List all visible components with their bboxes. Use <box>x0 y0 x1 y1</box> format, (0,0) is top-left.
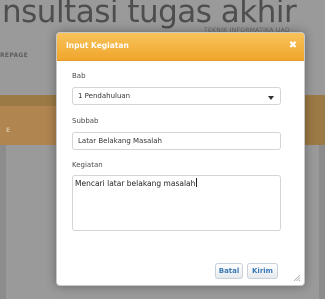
kegiatan-text: Mencari latar belakang masalah <box>75 179 196 188</box>
close-icon[interactable]: ✖ <box>286 38 300 54</box>
cancel-button[interactable]: Batal <box>215 263 243 279</box>
dialog-header[interactable]: Input Kegiatan ✖ <box>57 33 304 61</box>
subbab-input[interactable]: Latar Belakang Masalah <box>72 132 281 150</box>
bab-select-value: 1 Pendahuluan <box>78 92 131 100</box>
subbab-label: Subbab <box>72 117 99 125</box>
subbab-input-value: Latar Belakang Masalah <box>78 137 162 145</box>
chevron-down-icon <box>268 96 274 100</box>
site-title: nsultasi tugas akhir <box>2 0 297 30</box>
nav-tab-active <box>0 106 58 145</box>
kegiatan-textarea-value: Mencari latar belakang masalah <box>75 178 198 188</box>
nav-home-link: REPAGE <box>0 52 29 59</box>
bab-select[interactable]: 1 Pendahuluan <box>72 87 281 105</box>
bab-label: Bab <box>72 72 86 80</box>
submit-button[interactable]: Kirim <box>247 263 278 279</box>
nav-tab-label: E <box>6 127 11 134</box>
text-cursor <box>196 178 198 187</box>
kegiatan-textarea[interactable]: Mencari latar belakang masalah <box>72 175 281 231</box>
kegiatan-label: Kegiatan <box>72 161 103 169</box>
resize-grip-icon[interactable] <box>293 274 301 282</box>
dialog-title: Input Kegiatan <box>66 41 129 50</box>
input-kegiatan-dialog: Input Kegiatan ✖ Bab 1 Pendahuluan Subba… <box>56 32 305 286</box>
